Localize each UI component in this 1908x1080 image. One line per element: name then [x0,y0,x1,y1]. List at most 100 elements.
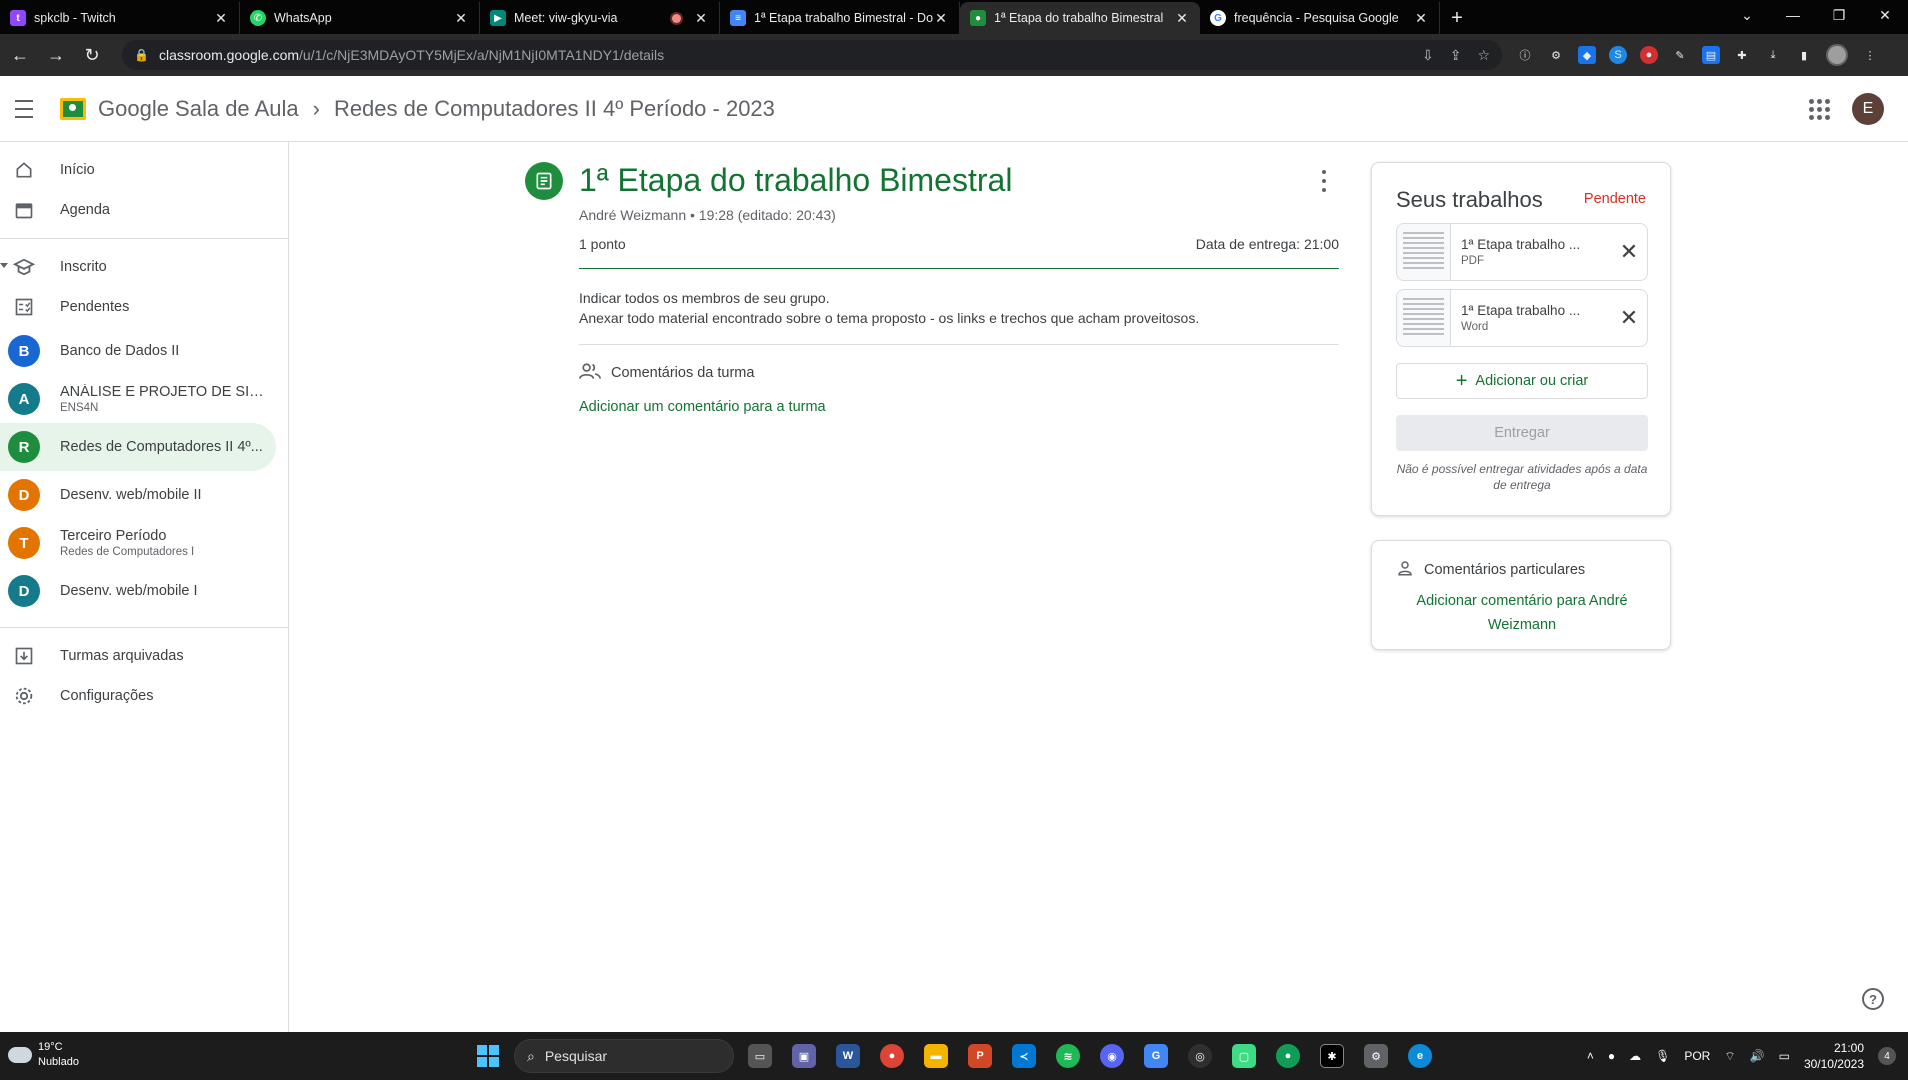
close-icon[interactable]: ✕ [213,10,229,27]
red-extension-icon[interactable]: ● [1640,46,1658,64]
notification-count[interactable]: 4 [1878,1047,1896,1065]
weather-widget[interactable]: 19°C Nublado [8,1040,79,1070]
clock[interactable]: 21:00 30/10/2023 [1804,1040,1864,1072]
close-icon[interactable]: ✕ [1413,10,1429,27]
task-view-icon[interactable]: ▭ [742,1038,778,1074]
sidebar-item-agenda[interactable]: Agenda [0,190,288,230]
sidebar-item-pendentes[interactable]: Pendentes [0,287,288,327]
settings-icon[interactable]: ⚙ [1358,1038,1394,1074]
lock-icon[interactable]: 🔒 [134,48,149,62]
minimize-icon[interactable]: — [1770,0,1816,30]
sidebar-course-terceiro-periodo[interactable]: T Terceiro Período Redes de Computadores… [0,519,288,567]
microphone-icon[interactable]: 🎙 [1655,1049,1670,1063]
side-panel-icon[interactable]: ▮ [1795,46,1813,64]
course-name: Terceiro Período [60,528,167,544]
address-bar[interactable]: 🔒 classroom.google.com/u/1/c/NjE3MDAyOTY… [122,40,1502,70]
tab-google-search[interactable]: G frequência - Pesquisa Google ✕ [1200,2,1440,34]
powerpoint-icon[interactable]: P [962,1038,998,1074]
remove-attachment-icon[interactable]: ✕ [1611,239,1647,265]
keyboard-language[interactable]: POR [1684,1049,1710,1063]
remove-attachment-icon[interactable]: ✕ [1611,305,1647,331]
word-icon[interactable]: W [830,1038,866,1074]
obs-icon[interactable]: ◎ [1182,1038,1218,1074]
sidebar-item-turmas-arquivadas[interactable]: Turmas arquivadas [0,636,288,676]
sidebar-item-inscrito[interactable]: Inscrito [0,247,288,287]
sidebar-course-redes[interactable]: R Redes de Computadores II 4º... [0,423,276,471]
course-section: ENS4N [60,402,99,414]
tab-twitch[interactable]: t spkclb - Twitch ✕ [0,2,240,34]
discord-icon[interactable]: ◉ [1094,1038,1130,1074]
file-explorer-icon[interactable]: ▬ [918,1038,954,1074]
vscode-icon[interactable]: ≺ [1006,1038,1042,1074]
onedrive-icon[interactable]: ☁ [1629,1049,1641,1063]
submit-button[interactable]: Entregar [1396,415,1648,451]
chrome-icon[interactable]: ● [874,1038,910,1074]
tab-classroom[interactable]: ● 1ª Etapa do trabalho Bimestral ✕ [960,2,1200,34]
wifi-icon[interactable]: ⌔ [1724,1049,1735,1064]
forward-arrow-icon[interactable]: → [40,39,72,71]
chatgpt-icon[interactable]: ✱ [1314,1038,1350,1074]
android-icon[interactable]: ▢ [1226,1038,1262,1074]
attachment-item[interactable]: 1ª Etapa trabalho ... Word ✕ [1396,289,1648,347]
restore-icon[interactable]: ❐ [1816,0,1862,30]
chevron-up-icon[interactable]: ˄ [1587,1049,1594,1063]
taskbar-search[interactable]: ⌕ Pesquisar [514,1039,734,1073]
sidebar-course-banco-de-dados[interactable]: B Banco de Dados II [0,327,288,375]
sidebar-item-configuracoes[interactable]: Configurações [0,676,288,716]
window-close-icon[interactable]: ✕ [1862,0,1908,30]
classroom-logo-icon[interactable] [60,97,86,120]
gear-extension-icon[interactable]: ⚙ [1547,46,1565,64]
translate-icon[interactable]: G [1138,1038,1174,1074]
close-icon[interactable]: ✕ [933,10,949,27]
attachment-item[interactable]: 1ª Etapa trabalho ... PDF ✕ [1396,223,1648,281]
edge-icon[interactable]: e [1402,1038,1438,1074]
tab-whatsapp[interactable]: ✆ WhatsApp ✕ [240,2,480,34]
sidebar-course-analise-projeto[interactable]: A ANÁLISE E PROJETO DE SIST... ENS4N [0,375,288,423]
eyedropper-extension-icon[interactable]: ✎ [1671,46,1689,64]
chrome-tray-icon[interactable]: ● [1608,1049,1615,1063]
add-class-comment-link[interactable]: Adicionar um comentário para a turma [579,399,826,415]
add-or-create-button[interactable]: + Adicionar ou criar [1396,363,1648,399]
shazam-extension-icon[interactable]: S [1609,46,1627,64]
sidebar-course-web-mobile-1[interactable]: D Desenv. web/mobile I [0,567,288,615]
shield-extension-icon[interactable]: ◆ [1578,46,1596,64]
extensions-area: ⓘ ⚙ ◆ S ● ✎ ▤ ✚ ⤓ ▮ ⋮ [1516,44,1879,66]
info-extension-icon[interactable]: ⓘ [1516,46,1534,64]
teams-chat-icon[interactable]: ▣ [786,1038,822,1074]
course-breadcrumb[interactable]: Redes de Computadores II 4º Período - 20… [334,96,775,122]
share-icon[interactable]: ⇪ [1450,47,1462,64]
sidebar-course-web-mobile-2[interactable]: D Desenv. web/mobile II [0,471,288,519]
url-host: classroom.google.com [158,47,300,63]
profile-avatar-icon[interactable] [1826,44,1848,66]
bookmark-star-icon[interactable]: ☆ [1477,47,1490,64]
tab-docs[interactable]: ≡ 1ª Etapa trabalho Bimestral - Do ✕ [720,2,960,34]
chrome-active-icon[interactable]: ● [1270,1038,1306,1074]
sidebar-item-inicio[interactable]: Início [0,150,288,190]
close-icon[interactable]: ✕ [1174,10,1190,27]
volume-icon[interactable]: 🔊 [1750,1049,1765,1063]
main-menu-icon[interactable] [0,85,48,133]
windows-start-icon[interactable] [470,1038,506,1074]
battery-icon[interactable]: ▭ [1779,1049,1790,1063]
help-icon[interactable]: ? [1862,988,1884,1010]
caret-down-icon[interactable] [0,263,8,268]
new-tab-button[interactable]: + [1440,2,1474,34]
close-icon[interactable]: ✕ [693,10,709,27]
more-vert-icon[interactable] [1320,170,1328,192]
puzzle-extensions-icon[interactable]: ✚ [1733,46,1751,64]
reload-icon[interactable]: ↻ [76,39,108,71]
account-avatar[interactable]: E [1852,93,1884,125]
docs-extension-icon[interactable]: ▤ [1702,46,1720,64]
downloads-icon[interactable]: ⤓ [1764,46,1782,64]
brand-name[interactable]: Google Sala de Aula [98,96,299,122]
spotify-icon[interactable]: ≋ [1050,1038,1086,1074]
install-app-icon[interactable]: ⇩ [1422,47,1434,64]
add-private-comment-link[interactable]: Adicionar comentário para André Weizmann [1396,589,1648,637]
calendar-icon [12,198,36,222]
tab-meet[interactable]: ▶ Meet: viw-gkyu-via ✕ [480,2,720,34]
tab-search-icon[interactable]: ⌄ [1724,0,1770,30]
back-arrow-icon[interactable]: ← [4,39,36,71]
browser-menu-icon[interactable]: ⋮ [1861,46,1879,64]
google-apps-icon[interactable] [1806,96,1830,120]
close-icon[interactable]: ✕ [453,10,469,27]
